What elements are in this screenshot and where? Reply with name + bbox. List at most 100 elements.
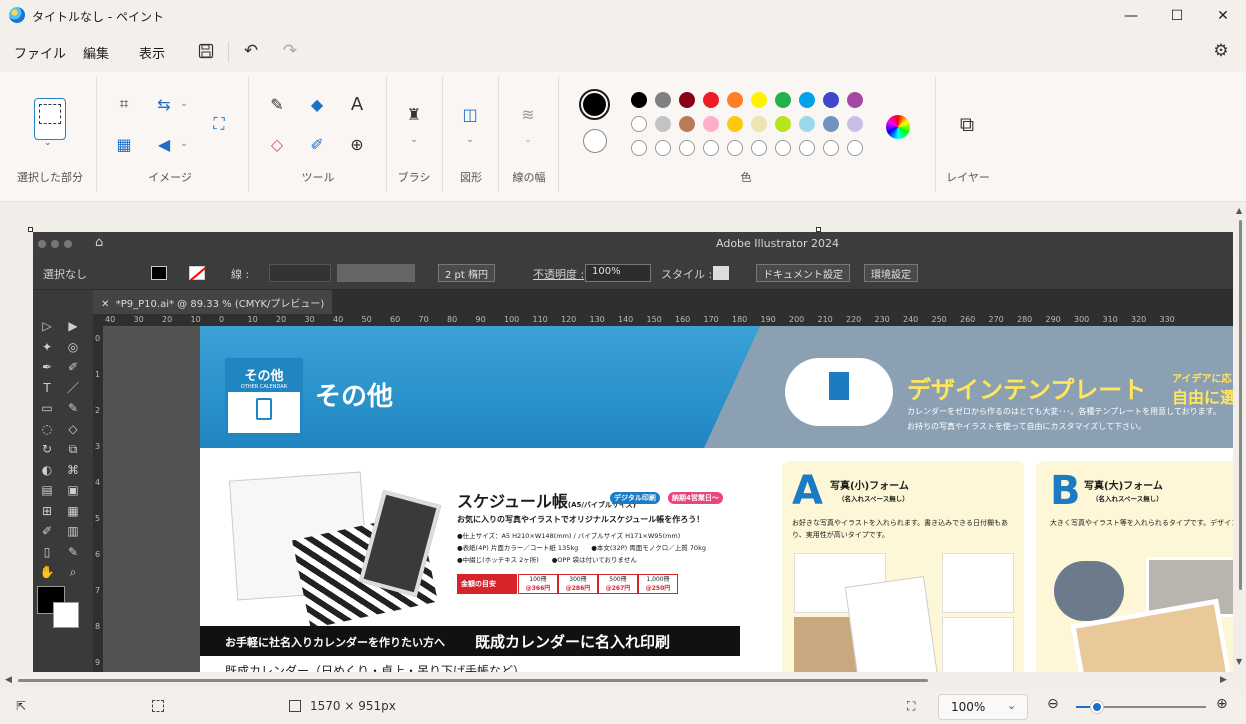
illustrator-tab-bar: ✕ *P9_P10.ai* @ 89.33 % (CMYK/プレビュー) [33, 290, 1233, 314]
zoom-dropdown[interactable]: 100% ⌄ [938, 694, 1028, 720]
brush-dropdown-icon[interactable]: ⌄ [402, 128, 426, 152]
color2-selector[interactable] [583, 129, 607, 153]
menu-view[interactable]: 表示 [139, 43, 165, 62]
calendar-thumb [942, 553, 1014, 613]
zoom-in-icon[interactable]: ⊕ [1216, 696, 1228, 712]
scroll-right-icon[interactable]: ▶ [1220, 675, 1227, 685]
menu-edit[interactable]: 編集 [83, 43, 109, 62]
fill-bucket-icon[interactable]: ◆ [305, 92, 329, 116]
color-swatch[interactable] [823, 140, 839, 156]
illustrator-tool-icon: ◌ [41, 421, 53, 436]
scroll-up-icon[interactable]: ▲ [1236, 206, 1242, 215]
save-icon[interactable] [193, 38, 219, 64]
rotate-dropdown-icon[interactable]: ⌄ [172, 132, 196, 156]
resize-dropdown-icon[interactable]: ⌄ [172, 92, 196, 116]
selection-dropdown-icon[interactable]: ⌄ [44, 138, 52, 148]
color-swatch[interactable] [703, 116, 719, 132]
line-width-dropdown-icon[interactable]: ⌄ [516, 128, 540, 152]
color-swatch[interactable] [775, 140, 791, 156]
color-swatch[interactable] [631, 140, 647, 156]
undo-icon[interactable]: ↶ [238, 38, 264, 64]
selection-tool-button[interactable] [34, 98, 66, 140]
magnifier-icon[interactable]: ⊕ [345, 132, 369, 156]
color-swatch[interactable] [727, 92, 743, 108]
price-cell: 500冊 @267円 [598, 574, 638, 594]
color-swatch[interactable] [631, 116, 647, 132]
scroll-left-icon[interactable]: ◀ [5, 675, 12, 685]
menu-file[interactable]: ファイル [14, 43, 66, 62]
traffic-light-icon [64, 240, 72, 248]
close-button[interactable]: ✕ [1200, 0, 1246, 32]
ruler-tick-label: 200 [789, 315, 805, 324]
maximize-button[interactable]: ☐ [1154, 0, 1200, 32]
horizontal-ruler: 40 30 20 10 0 10 20 30 40 50 60 70 80 90 100 110 120 130 1… [103, 314, 1233, 326]
color-swatch[interactable] [751, 116, 767, 132]
minimize-button[interactable]: — [1108, 0, 1154, 32]
color-swatch[interactable] [799, 116, 815, 132]
color-swatch[interactable] [775, 92, 791, 108]
ruler-tick-label: 130 [589, 315, 605, 324]
layers-icon[interactable]: ⧉ [955, 112, 979, 136]
color-swatch[interactable] [847, 116, 863, 132]
home-icon: ⌂ [95, 235, 104, 250]
color-swatch[interactable] [751, 92, 767, 108]
crop-icon[interactable]: ⌗ [112, 92, 136, 116]
color-swatch[interactable] [679, 140, 695, 156]
gear-icon[interactable]: ⚙ [1208, 38, 1234, 64]
ruler-tick-label: 6 [95, 550, 101, 559]
zoom-out-icon[interactable]: ⊖ [1047, 696, 1059, 712]
color-swatch[interactable] [703, 92, 719, 108]
pencil-icon[interactable]: ✎ [265, 92, 289, 116]
shapes-dropdown-icon[interactable]: ⌄ [458, 128, 482, 152]
selection-size-icon [152, 700, 164, 712]
color-swatch[interactable] [655, 92, 671, 108]
horizontal-scroll-thumb[interactable] [18, 679, 928, 682]
line-width-icon[interactable]: ≋ [516, 102, 540, 126]
price-value: @286円 [565, 585, 591, 592]
color-swatch[interactable] [727, 116, 743, 132]
color-swatch[interactable] [679, 116, 695, 132]
color-swatch[interactable] [655, 116, 671, 132]
color-swatch[interactable] [703, 140, 719, 156]
tab-label: *P9_P10.ai* @ 89.33 % (CMYK/プレビュー) [115, 299, 325, 310]
color-swatch[interactable] [799, 140, 815, 156]
digital-badge: デジタル印刷 [610, 492, 660, 504]
pasted-image[interactable]: ⌂ Adobe Illustrator 2024 選択なし 線 : 2 pt 楕… [33, 232, 1233, 672]
vertical-scrollbar[interactable]: ▲ ▼ [1234, 202, 1246, 672]
color-swatch[interactable] [631, 92, 647, 108]
color-swatch[interactable] [823, 92, 839, 108]
color-swatch[interactable] [823, 116, 839, 132]
document-tab: ✕ *P9_P10.ai* @ 89.33 % (CMYK/プレビュー) [93, 290, 333, 314]
color-swatch[interactable] [727, 140, 743, 156]
color-picker-icon[interactable]: ✐ [305, 132, 329, 156]
illustrator-tool-icon: ⌘ [67, 462, 79, 477]
select-rect-icon [39, 104, 61, 124]
select-pattern-icon[interactable]: ▦ [112, 132, 136, 156]
fit-to-window-icon[interactable]: ⛶ [907, 699, 915, 714]
color-swatch[interactable] [775, 116, 791, 132]
color-swatch[interactable] [751, 140, 767, 156]
color-swatch[interactable] [847, 140, 863, 156]
redo-icon[interactable]: ↷ [277, 38, 303, 64]
shapes-icon[interactable]: ◫ [458, 102, 482, 126]
horizontal-scrollbar[interactable]: ◀ ▶ [0, 672, 1246, 690]
color-swatch[interactable] [655, 140, 671, 156]
illustrator-tool-icon: ▯ [43, 544, 51, 559]
scroll-down-icon[interactable]: ▼ [1236, 657, 1242, 666]
phone-icon [256, 398, 272, 420]
color-swatch[interactable] [847, 92, 863, 108]
preferences-button: 環境設定 [864, 264, 918, 282]
color1-selector[interactable] [579, 89, 610, 120]
eraser-icon[interactable]: ◇ [265, 132, 289, 156]
text-tool-icon[interactable]: A [345, 92, 369, 116]
edit-colors-icon[interactable] [886, 115, 910, 139]
image-generator-icon[interactable]: ⛶ [207, 112, 231, 136]
zoom-slider-thumb[interactable] [1091, 701, 1103, 713]
ruler-tick-label: 40 [105, 315, 116, 324]
vertical-scroll-thumb[interactable] [1239, 220, 1242, 590]
b-desc: 大きく写真やイラスト等を入れられるタイプです。デザイン性、オリジナル性の高いカレ… [1050, 519, 1233, 527]
brush-icon[interactable]: ♜ [402, 102, 426, 126]
ruler-tick-label: 10 [190, 315, 201, 324]
color-swatch[interactable] [799, 92, 815, 108]
color-swatch[interactable] [679, 92, 695, 108]
